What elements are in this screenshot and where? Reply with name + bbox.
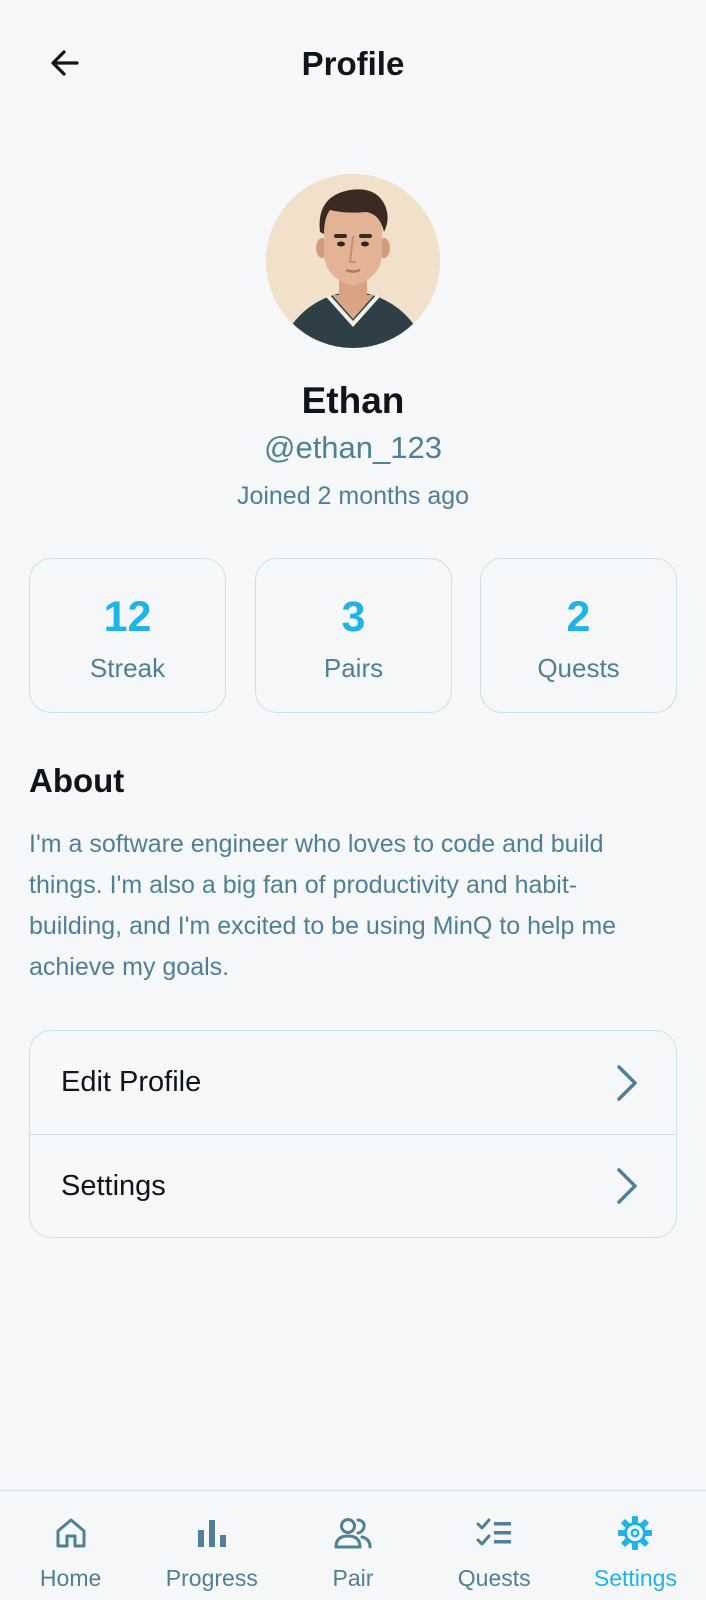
stat-label: Quests <box>537 653 620 683</box>
nav-item-quests[interactable]: Quests <box>424 1491 565 1600</box>
stat-value: 2 <box>566 593 591 641</box>
stat-card-streak: 12 Streak <box>29 558 226 713</box>
stat-label: Pairs <box>323 653 384 683</box>
stat-card-quests: 2 Quests <box>480 558 677 713</box>
settings-button[interactable]: Settings <box>30 1134 676 1237</box>
joined-date: Joined 2 months ago <box>236 482 470 510</box>
bottom-nav: Home Progress Pair Quests Settings <box>0 1490 706 1600</box>
stats-row: 12 Streak 3 Pairs 2 Quests <box>29 558 677 713</box>
nav-label: Home <box>39 1565 102 1591</box>
avatar-illustration <box>266 174 440 348</box>
chevron-right-icon <box>614 1063 640 1103</box>
nav-item-pair[interactable]: Pair <box>282 1491 423 1600</box>
menu-item-label: Edit Profile <box>61 1066 202 1098</box>
nav-label: Settings <box>593 1565 677 1591</box>
stat-card-pairs: 3 Pairs <box>255 558 452 713</box>
nav-item-home[interactable]: Home <box>0 1491 141 1600</box>
bar-chart-icon <box>192 1513 232 1553</box>
edit-profile-button[interactable]: Edit Profile <box>30 1031 676 1134</box>
avatar <box>266 174 440 348</box>
menu-item-label: Settings <box>61 1169 166 1202</box>
chevron-right-icon <box>614 1166 640 1206</box>
page-title: Profile <box>301 45 405 82</box>
checklist-icon <box>474 1513 514 1553</box>
stat-value: 3 <box>341 593 366 641</box>
profile-handle: @ethan_123 <box>263 430 442 465</box>
gear-icon <box>615 1513 655 1553</box>
home-icon <box>51 1513 91 1553</box>
nav-label: Pair <box>332 1565 374 1591</box>
nav-item-settings[interactable]: Settings <box>565 1491 706 1600</box>
profile-screen: Profile Ethan @ethan_123 Joined 2 months… <box>0 0 706 1600</box>
stat-label: Streak <box>89 653 166 683</box>
users-icon <box>333 1513 373 1553</box>
nav-label: Quests <box>457 1565 531 1591</box>
about-heading: About <box>29 762 125 799</box>
header: Profile <box>0 0 706 132</box>
nav-item-progress[interactable]: Progress <box>141 1491 282 1600</box>
nav-label: Progress <box>165 1565 258 1591</box>
menu-card: Edit Profile Settings <box>29 1030 677 1238</box>
profile-name: Ethan <box>301 380 405 421</box>
stat-value: 12 <box>103 593 152 641</box>
about-text: I'm a software engineer who loves to cod… <box>29 830 617 981</box>
